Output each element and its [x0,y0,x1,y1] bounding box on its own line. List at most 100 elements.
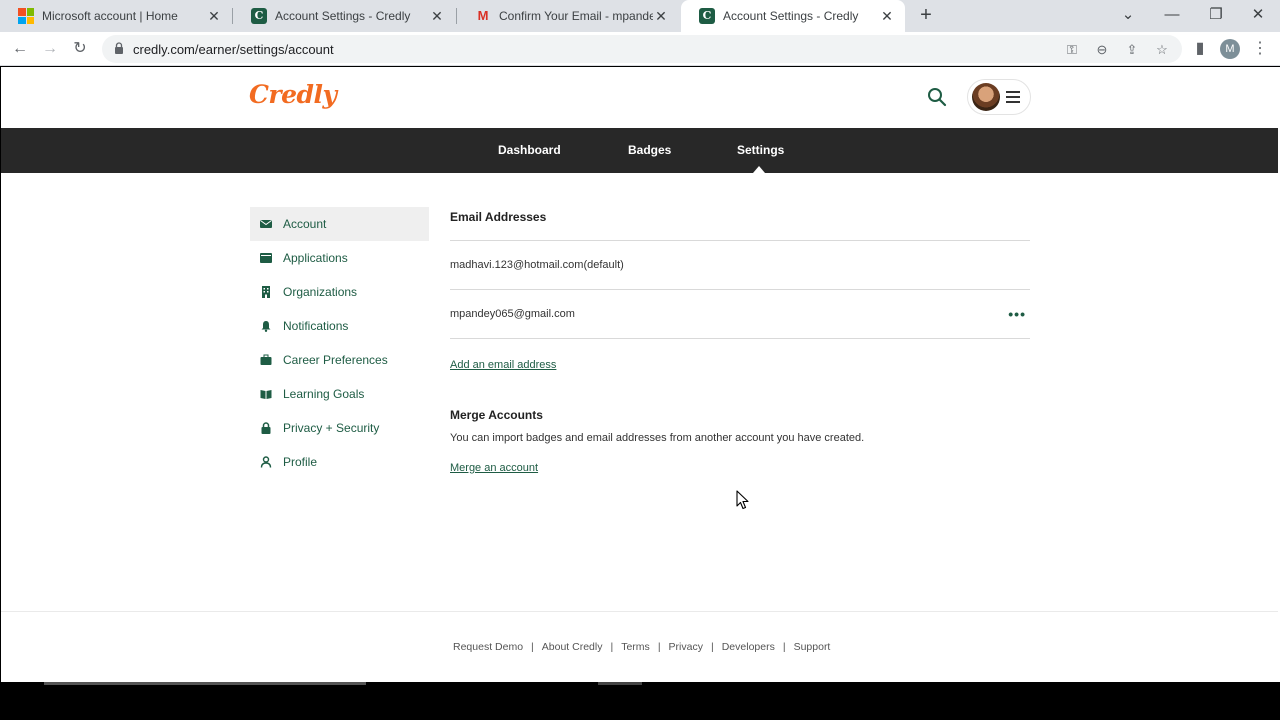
more-options-icon[interactable]: ••• [1008,306,1026,322]
sidebar-item-career-preferences[interactable]: Career Preferences [250,343,429,377]
main-navigation: Dashboard Badges Settings [1,128,1278,173]
briefcase-icon [260,354,272,366]
sidebar-item-label: Notifications [283,319,349,333]
taskbar-indicator [598,682,642,685]
close-tab-icon[interactable]: ✕ [206,8,222,25]
footer-link-terms[interactable]: Terms [621,641,650,653]
zoom-icon[interactable]: ⊖ [1094,42,1110,58]
minimize-icon[interactable]: — [1152,0,1192,32]
merge-account-link[interactable]: Merge an account [450,462,1030,474]
book-icon [260,388,272,400]
restore-icon[interactable]: ❐ [1196,0,1236,32]
sidebar-item-account[interactable]: Account [250,207,429,241]
footer-separator: | [710,641,714,653]
credly-logo[interactable]: Credly [249,80,337,109]
sidebar-item-label: Profile [283,455,318,469]
nav-badges[interactable]: Badges [628,143,671,157]
email-address: mpandey065@gmail.com [450,308,575,320]
settings-sidebar: Account Applications Organizations Notif… [250,207,429,479]
search-icon[interactable] [927,87,947,107]
footer-separator: | [657,641,661,653]
add-email-link[interactable]: Add an email address [450,359,1030,371]
credly-icon: C [251,8,267,24]
footer-link-support[interactable]: Support [794,641,831,653]
lock-icon [260,422,272,434]
footer-link-request-demo[interactable]: Request Demo [453,641,523,653]
email-address: madhavi.123@hotmail.com(default) [450,259,624,271]
sidebar-item-applications[interactable]: Applications [250,241,429,275]
email-section-header: Email Addresses [450,207,1030,241]
applications-icon [260,252,272,264]
sidebar-item-label: Applications [283,251,348,265]
tab-search-chevron-icon[interactable]: ⌄ [1108,0,1148,32]
browser-tab-strip: Microsoft account | Home ✕ C Account Set… [0,0,1280,32]
sidebar-item-label: Learning Goals [283,387,365,401]
footer-link-developers[interactable]: Developers [722,641,775,653]
browser-tab-credly-active[interactable]: C Account Settings - Credly ✕ [681,0,905,32]
envelope-icon [260,218,272,230]
close-tab-icon[interactable]: ✕ [879,8,895,25]
merge-section-title: Merge Accounts [450,408,543,422]
sidebar-item-label: Account [283,217,327,231]
share-icon[interactable]: ⇪ [1124,42,1140,58]
site-footer: Request Demo | About Credly | Terms | Privacy |… [1,611,1278,682]
browser-profile-avatar[interactable]: M [1220,39,1240,59]
back-arrow-icon[interactable]: ← [8,37,32,61]
tab-title: Confirm Your Email - mpandey06 [499,9,653,23]
user-icon [260,456,272,468]
new-tab-button[interactable]: + [914,4,938,28]
close-tab-icon[interactable]: ✕ [429,8,445,25]
sidebar-item-learning-goals[interactable]: Learning Goals [250,377,429,411]
footer-separator: | [531,641,534,653]
lock-icon [115,42,123,54]
close-tab-icon[interactable]: ✕ [653,8,669,25]
mouse-cursor-icon [736,490,749,510]
hamburger-menu-icon [1006,91,1020,103]
tab-title: Microsoft account | Home [42,9,178,23]
taskbar-indicator [44,682,366,685]
star-icon[interactable]: ☆ [1154,42,1170,58]
nav-settings[interactable]: Settings [737,143,784,157]
sidebar-item-profile[interactable]: Profile [250,445,429,479]
browser-tab-gmail[interactable]: M Confirm Your Email - mpandey06 ✕ [457,0,679,32]
close-window-icon[interactable]: ✕ [1238,0,1278,32]
email-row-default: madhavi.123@hotmail.com(default) [450,241,1030,290]
sidebar-item-label: Organizations [283,285,358,299]
account-settings-content: Email Addresses madhavi.123@hotmail.com(… [450,207,1030,474]
gmail-icon: M [477,8,489,23]
bell-icon [260,320,272,332]
browser-tab-credly[interactable]: C Account Settings - Credly ✕ [233,0,455,32]
sidebar-item-notifications[interactable]: Notifications [250,309,429,343]
footer-separator: | [782,641,786,653]
sidebar-item-label: Privacy + Security [283,421,380,435]
web-page: Credly Dashboard Badges Settings Account… [1,67,1278,682]
tab-title: Account Settings - Credly [275,9,411,23]
sidebar-item-privacy-security[interactable]: Privacy + Security [250,411,429,445]
forward-arrow-icon[interactable]: → [38,37,62,61]
footer-separator: | [610,641,614,653]
browser-tab-microsoft[interactable]: Microsoft account | Home ✕ [0,0,232,32]
url-text: credly.com/earner/settings/account [133,42,334,57]
sidebar-item-organizations[interactable]: Organizations [250,275,429,309]
email-section-title: Email Addresses [450,210,547,224]
key-icon[interactable]: ⚿ [1064,42,1080,58]
merge-description: You can import badges and email addresse… [450,432,865,444]
email-row-secondary: mpandey065@gmail.com ••• [450,290,1030,339]
footer-link-about-credly[interactable]: About Credly [542,641,603,653]
side-panel-icon[interactable]: ▮ [1188,37,1212,61]
user-menu-button[interactable] [967,79,1031,115]
address-bar[interactable]: credly.com/earner/settings/account ⚿ ⊖ ⇪… [102,35,1182,63]
sidebar-item-label: Career Preferences [283,353,388,367]
reload-icon[interactable]: ↻ [68,37,92,61]
tab-title: Account Settings - Credly [723,9,859,23]
site-header: Credly [1,67,1278,128]
footer-link-privacy[interactable]: Privacy [669,641,703,653]
microsoft-icon [18,8,34,24]
avatar [972,83,1000,111]
kebab-menu-icon[interactable]: ⋮ [1248,37,1272,61]
nav-dashboard[interactable]: Dashboard [498,143,561,157]
building-icon [260,286,272,298]
credly-icon: C [699,8,715,24]
active-nav-caret [753,166,765,173]
browser-toolbar: ← → ↻ credly.com/earner/settings/account… [0,32,1280,66]
